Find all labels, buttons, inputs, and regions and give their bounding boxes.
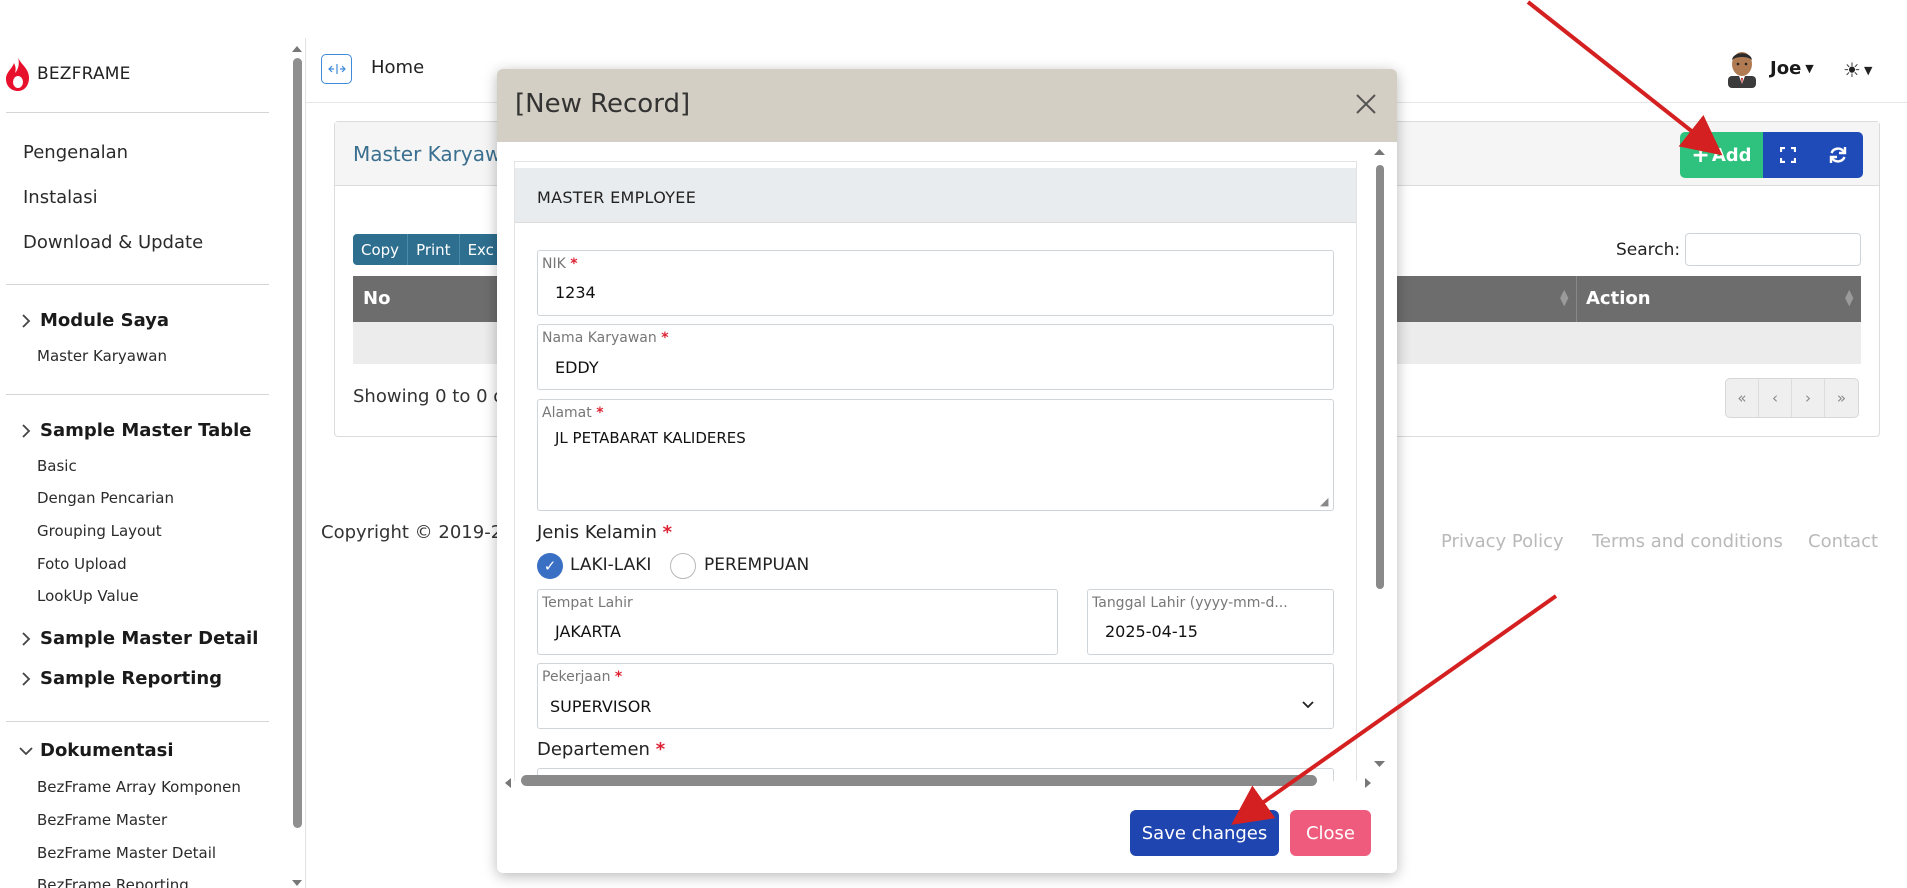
annotation-arrows (1231, 0, 1723, 825)
annotation-arrow-to-save (1231, 594, 1558, 825)
annotation-arrow-to-add (1526, 0, 1723, 156)
